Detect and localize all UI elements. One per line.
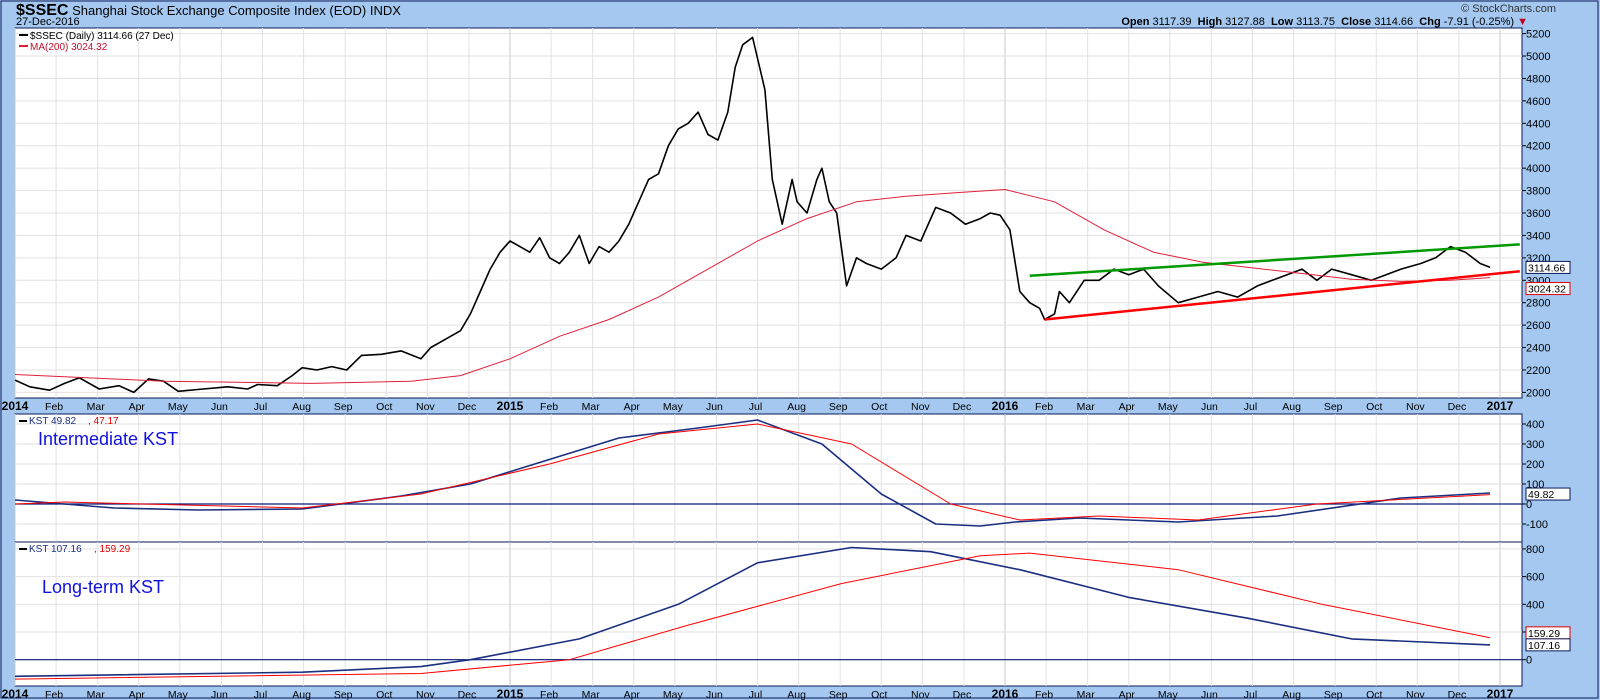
date-tick-label: 2015 (497, 399, 524, 413)
date-tick-label: Sep (829, 401, 848, 413)
date-tick-label: 2016 (992, 399, 1019, 413)
y-tick-label: 2400 (1526, 343, 1550, 355)
date-tick-label: Mar (582, 401, 601, 413)
y-tick-label: 400 (1526, 419, 1544, 431)
y-tick-label: 400 (1526, 599, 1544, 611)
date-tick-label: May (663, 401, 684, 413)
date-tick-label: Jul (749, 401, 762, 413)
date-tick-label: Jun (1201, 401, 1218, 413)
y-tick-label: 2000 (1526, 387, 1550, 399)
panel-2: 0200400600800KST 107.16, 159.29Long-term… (14, 541, 1571, 687)
date-tick-label: Nov (911, 401, 930, 413)
date-tick-label: Oct (1366, 401, 1382, 413)
y-tick-label: 5000 (1526, 51, 1550, 63)
y-tick-label: 4000 (1526, 163, 1550, 175)
date-tick-label: Apr (1119, 401, 1136, 413)
last-value-label: 3024.32 (1528, 284, 1566, 296)
y-tick-label: 4400 (1526, 118, 1550, 130)
date-tick-label: Aug (292, 401, 311, 413)
legend-entry: KST 107.16 (29, 544, 82, 555)
y-tick-label: 3800 (1526, 186, 1550, 198)
date-tick-label: Mar (1077, 401, 1096, 413)
panel-1: -1000100200300400KST 49.82, 47.17Interme… (14, 413, 1571, 543)
y-tick-label: 0 (1526, 655, 1532, 667)
y-tick-label: 2800 (1526, 298, 1550, 310)
y-tick-label: 4600 (1526, 96, 1550, 108)
y-tick-label: 3600 (1526, 208, 1550, 220)
y-tick-label: 4200 (1526, 141, 1550, 153)
y-tick-label: 600 (1526, 572, 1544, 584)
plot-area (14, 413, 1523, 543)
y-tick-label: 2200 (1526, 365, 1550, 377)
legend: KST 107.16 , 159.29 (19, 544, 131, 555)
y-tick-label: 4800 (1526, 73, 1550, 85)
date-tick-label: Dec (458, 401, 477, 413)
date-tick-label: Sep (334, 401, 353, 413)
date-tick-label: Jun (706, 401, 723, 413)
date-tick-label: Dec (1448, 401, 1467, 413)
last-value-label: 3114.66 (1528, 262, 1565, 274)
legend: KST 49.82 , 47.17 (19, 416, 119, 427)
date-tick-label: Aug (1282, 401, 1301, 413)
legend-entry: $SSEC (Daily) 3114.66 (27 Dec) (30, 31, 174, 42)
chart-canvas: 2000220024002600280030003200340036003800… (0, 0, 1599, 700)
y-tick-label: 200 (1526, 459, 1544, 471)
date-axis-0: 2014 Feb Mar Apr May Jun Jul Aug Sep Oct Nov Dec 201… (2, 399, 1514, 413)
plot-area (14, 541, 1523, 687)
legend-entry: KST 49.82 (29, 416, 77, 427)
date-tick-label: 2014 (2, 399, 29, 413)
date-tick-label: Aug (787, 401, 806, 413)
last-value-label: 49.82 (1528, 489, 1554, 501)
legend-entry: MA(200) 3024.32 (30, 42, 108, 53)
date-tick-label: Nov (416, 401, 435, 413)
date-tick-label: Jul (1244, 401, 1257, 413)
y-tick-label: 3400 (1526, 230, 1550, 242)
date-tick-label: Feb (540, 401, 558, 413)
date-tick-label: Sep (1324, 401, 1343, 413)
date-tick-label: Nov (1406, 401, 1425, 413)
panel-title: Intermediate KST (38, 429, 178, 449)
date-tick-label: Oct (376, 401, 392, 413)
date-tick-label: Apr (624, 401, 641, 413)
legend-entry: , 47.17 (88, 416, 119, 427)
y-tick-label: 300 (1526, 439, 1544, 451)
date-tick-label: Jul (254, 401, 267, 413)
last-value-label: 107.16 (1528, 640, 1560, 652)
date-tick-label: Apr (129, 401, 146, 413)
y-tick-label: 5200 (1526, 29, 1550, 41)
date-tick-label: May (168, 401, 189, 413)
last-value-label: 159.29 (1528, 628, 1560, 640)
date-tick-label: Feb (1035, 401, 1053, 413)
y-tick-label: -100 (1526, 519, 1548, 531)
date-tick-label: 2017 (1487, 399, 1514, 413)
date-tick-label: Feb (45, 401, 63, 413)
date-tick-label: Dec (953, 401, 972, 413)
date-tick-label: May (1158, 401, 1179, 413)
panel-title: Long-term KST (42, 577, 164, 597)
y-tick-label: 800 (1526, 544, 1544, 556)
date-tick-label: Jun (211, 401, 228, 413)
date-tick-label: Oct (871, 401, 887, 413)
date-tick-label: Mar (87, 401, 106, 413)
legend-entry: , 159.29 (94, 544, 131, 555)
panel-0: 2000220024002600280030003200340036003800… (14, 27, 1571, 399)
y-tick-label: 2600 (1526, 320, 1550, 332)
